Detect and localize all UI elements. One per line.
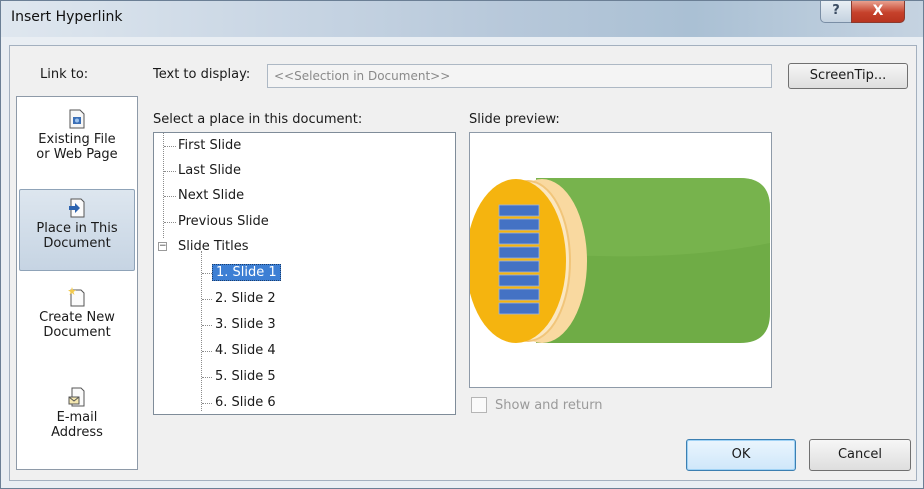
select-place-label: Select a place in this document: [153,112,363,127]
email-address-icon [68,387,85,407]
email-address-button[interactable]: E-mail Address [19,387,135,449]
tree-connector [164,171,176,172]
dialog-title: Insert Hyperlink [11,9,123,25]
collapse-icon[interactable]: − [158,242,167,251]
existing-file-button[interactable]: Existing File or Web Page [19,109,135,179]
place-in-document-label-2: Document [43,236,111,251]
tree-item-slide-2[interactable]: 2. Slide 2 [215,288,276,310]
create-new-document-label-2: Document [43,325,111,340]
existing-file-icon [69,109,85,129]
tree-item-slide-4[interactable]: 4. Slide 4 [215,340,276,362]
ok-button[interactable]: OK [686,439,796,471]
tree-item-first-slide[interactable]: First Slide [178,135,241,157]
tree-item-next-slide[interactable]: Next Slide [178,185,244,207]
slide-thumbnail [466,175,771,345]
text-to-display-label: Text to display: [153,67,251,82]
tree-item-slide-1-label: 1. Slide 1 [212,264,281,281]
show-and-return-checkbox[interactable] [471,397,487,413]
tree-connector [202,299,212,300]
place-in-document-button[interactable]: Place in This Document [19,189,135,271]
close-button[interactable]: X [851,1,905,23]
tree-item-slide-3[interactable]: 3. Slide 3 [215,314,276,336]
tree-connector [202,273,212,274]
insert-hyperlink-dialog: Insert Hyperlink ? X Link to: Existing F… [0,0,924,489]
link-to-panel: Existing File or Web Page Place in This … [16,96,138,470]
place-tree[interactable]: First Slide Last Slide Next Slide Previo… [153,132,456,415]
tree-item-slide-6[interactable]: 6. Slide 6 [215,392,276,414]
tree-child-line [201,251,202,411]
place-in-document-icon [69,198,85,218]
tree-connector [202,325,212,326]
place-in-document-label-1: Place in This [36,221,118,236]
help-button[interactable]: ? [820,1,852,23]
tree-item-slide-titles[interactable]: Slide Titles [178,236,249,258]
tree-item-previous-slide[interactable]: Previous Slide [178,211,269,233]
existing-file-label-1: Existing File [38,132,116,147]
create-new-document-label-1: Create New [39,310,115,325]
cancel-button[interactable]: Cancel [809,439,911,471]
tree-connector [164,146,176,147]
slide-preview [466,132,772,388]
title-bar[interactable]: Insert Hyperlink ? X [1,1,923,37]
tree-item-last-slide[interactable]: Last Slide [178,160,241,182]
text-to-display-input[interactable] [267,64,772,88]
email-address-label-2: Address [51,425,103,440]
dialog-body [9,45,917,481]
tree-item-slide-1[interactable]: 1. Slide 1 [212,262,281,284]
screentip-button[interactable]: ScreenTip... [788,63,908,89]
email-address-label-1: E-mail [56,410,98,425]
tree-connector [202,351,212,352]
slide-preview-label: Slide preview: [469,112,560,127]
tree-connector [164,222,176,223]
tree-connector [164,196,176,197]
tree-item-slide-5[interactable]: 5. Slide 5 [215,366,276,388]
create-new-document-icon [68,287,85,307]
create-new-document-button[interactable]: Create New Document [19,287,135,359]
show-and-return-label: Show and return [495,398,603,413]
tree-connector [202,377,212,378]
link-to-label: Link to: [40,67,89,82]
tree-connector [202,403,212,404]
existing-file-label-2: or Web Page [36,147,118,162]
